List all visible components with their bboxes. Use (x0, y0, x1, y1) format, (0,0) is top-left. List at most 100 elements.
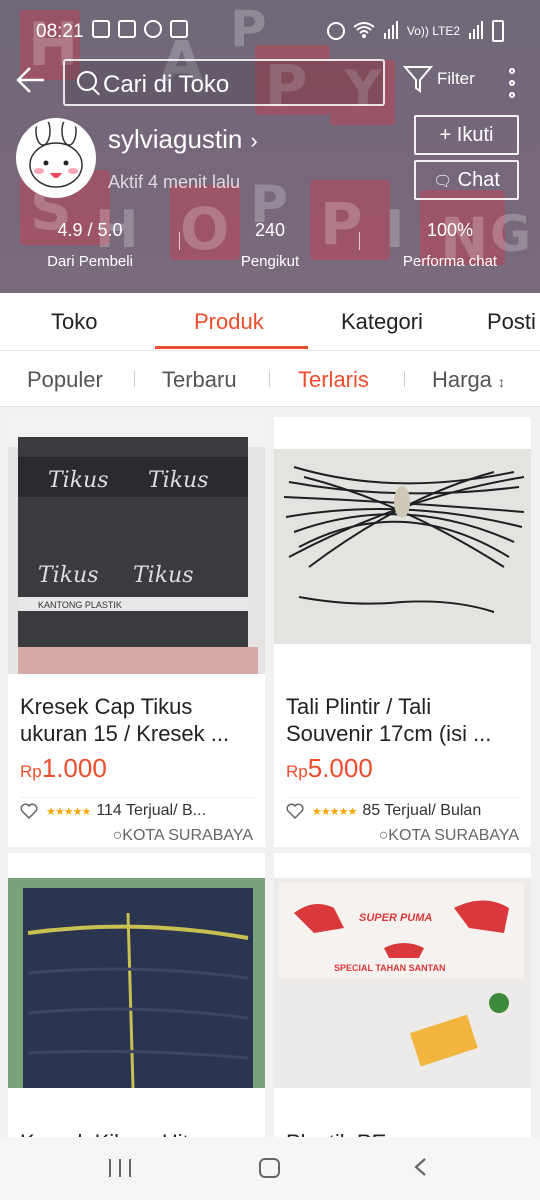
bar-icon (119, 1159, 121, 1177)
product-price: Rp5.000 (286, 753, 373, 784)
search-icon (77, 71, 97, 91)
tikus-plastic-image: Tikus Tikus Tikus Tikus KANTONG PLASTIK (8, 417, 265, 674)
image-text: Tikus (38, 563, 99, 588)
recent-apps-button[interactable] (109, 1159, 131, 1177)
back-arrow-icon (16, 67, 44, 93)
bar-icon (109, 1159, 111, 1177)
location-pin-icon: ○ (378, 827, 389, 844)
more-options-button[interactable] (508, 68, 516, 98)
product-location: ○KOTA SURABAYA (379, 827, 519, 845)
nav-back-button[interactable] (412, 1157, 428, 1177)
product-card[interactable]: Tali Plintir / Tali Souvenir 17cm (isi .… (274, 417, 531, 847)
stat-label: Pengikut (240, 253, 300, 270)
sort-bar: Populer Terbaru Terlaris Harga ↕ (0, 351, 540, 407)
price-value: 1.000 (41, 753, 107, 783)
chat-label: Chat (457, 169, 500, 191)
sold-count: 85 Terjual/ Bulan (362, 802, 482, 819)
alarm-icon (326, 22, 345, 40)
divider (20, 797, 255, 798)
sort-harga-label: Harga (432, 367, 492, 392)
stat-value: 4.9 / 5.0 (57, 220, 123, 240)
image-text: Tikus (148, 468, 209, 493)
filter-button[interactable]: Filter (403, 64, 475, 94)
battery-icon (492, 20, 504, 42)
product-image (274, 417, 531, 674)
chevron-right-icon: › (250, 128, 258, 153)
location-text: KOTA SURABAYA (122, 827, 253, 844)
stat-value: 240 (254, 220, 286, 240)
shop-header: H A P P Y S H O P P I N G 08:21 Vo)) LTE… (0, 0, 540, 293)
bunny-avatar-icon (29, 121, 83, 188)
stat-followers: 240 Pengikut (180, 218, 360, 270)
dot-icon (509, 80, 515, 86)
string-tags-image (274, 417, 531, 674)
heart-icon[interactable] (20, 803, 38, 819)
stat-label: Performa chat (402, 253, 498, 270)
messenger-icon (144, 20, 162, 38)
search-placeholder: Cari di Toko (103, 71, 230, 98)
system-navigation-bar (0, 1137, 540, 1200)
product-image (8, 853, 265, 1110)
signal-icon (383, 20, 399, 42)
gallery-icon (92, 20, 110, 38)
location-text: KOTA SURABAYA (388, 827, 519, 844)
tab-produk[interactable]: Produk (194, 309, 264, 335)
stat-value: 100% (426, 220, 474, 240)
shop-name: sylviagustin (108, 124, 243, 154)
home-button[interactable] (259, 1158, 280, 1178)
system-icons: Vo)) LTE2 (326, 20, 504, 42)
product-price: Rp1.000 (20, 753, 107, 784)
active-status: Aktif 4 menit lalu (108, 172, 241, 192)
top-bar: Cari di Toko Filter (0, 58, 540, 108)
product-card[interactable]: Tikus Tikus Tikus Tikus KANTONG PLASTIK … (8, 417, 265, 847)
tab-toko[interactable]: Toko (51, 309, 97, 335)
mail-icon (118, 20, 136, 38)
image-text: Tikus (48, 468, 109, 493)
product-grid: Tikus Tikus Tikus Tikus KANTONG PLASTIK … (0, 407, 540, 1137)
sort-harga[interactable]: Harga ↕ (432, 367, 505, 393)
follow-button[interactable]: + Ikuti (414, 115, 519, 155)
sort-terlaris[interactable]: Terlaris (298, 367, 369, 393)
stat-label: Dari Pembeli (47, 253, 133, 270)
divider (134, 371, 135, 387)
product-title: Plastik PE cap (286, 1129, 521, 1137)
chat-icon: 🗨 (433, 173, 453, 190)
shop-name-link[interactable]: sylviagustin › (108, 124, 258, 155)
image-text: SUPER PUMA (359, 912, 432, 924)
rating-stars-icon: ★★★★★ (46, 805, 91, 818)
tab-postingan[interactable]: Posti (487, 309, 536, 335)
search-input[interactable]: Cari di Toko (63, 59, 385, 106)
sort-terbaru[interactable]: Terbaru (162, 367, 237, 393)
divider (286, 797, 521, 798)
active-tab-indicator (155, 346, 308, 349)
product-card[interactable]: SUPER PUMA SPECIAL TAHAN SANTAN Plastik … (274, 853, 531, 1137)
tab-kategori[interactable]: Kategori (341, 309, 423, 335)
price-currency: Rp (286, 762, 308, 781)
product-image: SUPER PUMA SPECIAL TAHAN SANTAN (274, 853, 531, 1110)
image-text: Tikus (133, 563, 194, 588)
divider (404, 371, 405, 387)
heart-icon[interactable] (286, 803, 304, 819)
dot-icon (509, 68, 515, 74)
product-image: Tikus Tikus Tikus Tikus KANTONG PLASTIK (8, 417, 265, 674)
black-bags-image (8, 853, 265, 1110)
product-title: Kresek Cap Tikus ukuran 15 / Kresek ... (20, 694, 230, 746)
image-text: KANTONG PLASTIK (38, 600, 122, 610)
shop-stats: 4.9 / 5.0 Dari Pembeli 240 Pengikut 100%… (0, 218, 540, 278)
rating-stars-icon: ★★★★★ (312, 805, 357, 818)
product-meta: ★★★★★ 114 Terjual/ B... (20, 802, 260, 820)
dot-icon (509, 92, 515, 98)
sort-populer[interactable]: Populer (27, 367, 103, 393)
price-currency: Rp (20, 762, 42, 781)
location-pin-icon: ○ (112, 827, 123, 844)
network-label: Vo)) LTE2 (406, 24, 460, 38)
back-button[interactable] (14, 64, 50, 100)
product-card[interactable]: Kresek Kiloan Hitam (8, 853, 265, 1137)
shop-tabs: Toko Produk Kategori Posti (0, 293, 540, 351)
price-value: 5.000 (307, 753, 373, 783)
shop-avatar[interactable] (16, 118, 96, 198)
product-location: ○KOTA SURABAYA (113, 827, 253, 845)
filter-label: Filter (437, 69, 475, 88)
signal-icon (468, 20, 484, 42)
chat-button[interactable]: 🗨 Chat (414, 160, 519, 200)
